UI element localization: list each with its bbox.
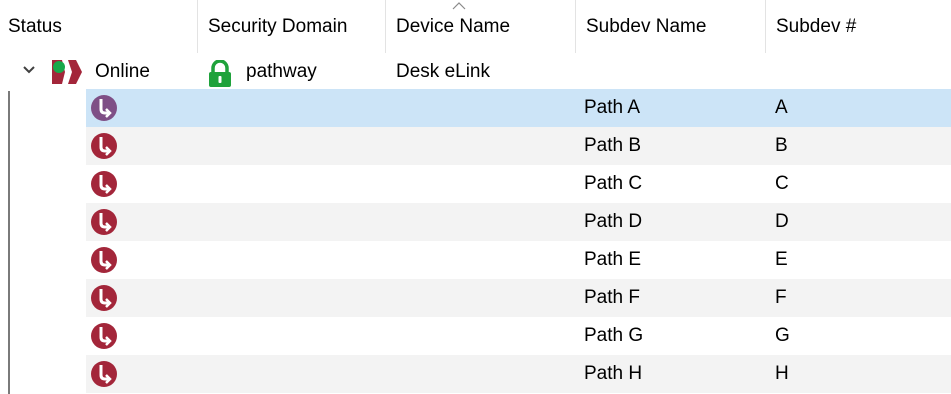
online-device-icon [52,60,82,84]
subdevice-name: Path D [584,211,643,232]
unlocked-padlock-icon [209,60,231,87]
device-status-label: Online [95,61,150,82]
column-header-subdev-num[interactable]: Subdev # [766,0,951,53]
sort-ascending-icon [452,2,466,10]
device-row[interactable]: Online pathway Desk eLink [0,53,951,91]
subdevice-number: A [775,97,788,118]
subdevice-row[interactable]: Path E E [86,241,951,279]
tree-left-border [8,53,10,394]
device-name: Desk eLink [396,61,490,82]
path-icon [90,132,118,166]
column-header-security-domain[interactable]: Security Domain [198,0,385,53]
subdevice-name: Path C [584,173,643,194]
subdevice-name: Path A [584,97,640,118]
subdevice-number: B [775,135,788,156]
subdevice-name: Path G [584,325,644,346]
subdevice-row[interactable]: Path H H [86,355,951,393]
subdevice-name: Path B [584,135,642,156]
path-icon [90,322,118,356]
chevron-down-icon[interactable] [22,65,36,75]
subdevice-row[interactable]: Path F F [86,279,951,317]
column-header-status[interactable]: Status [0,0,197,53]
subdevice-row[interactable]: Path B B [86,127,951,165]
subdevice-row[interactable]: Path A A [86,89,951,127]
path-icon [90,246,118,280]
column-header-device-name[interactable]: Device Name [386,0,575,53]
column-header-subdev-name[interactable]: Subdev Name [576,0,765,53]
subdevice-number: H [775,363,789,384]
subdevice-number: G [775,325,790,346]
subdevice-name: Path F [584,287,640,308]
subdevice-name: Path E [584,249,642,270]
path-icon [90,360,118,394]
subdevice-row[interactable]: Path C C [86,165,951,203]
subdevice-row[interactable]: Path G G [86,317,951,355]
path-icon [90,170,118,204]
path-icon [90,94,118,128]
column-header-bar: Status Security Domain Device Name Subde… [0,0,951,53]
subdevice-number: D [775,211,789,232]
path-icon [90,284,118,318]
device-security-domain: pathway [246,61,317,82]
subdevice-name: Path H [584,363,643,384]
subdevice-row[interactable]: Path D D [86,203,951,241]
subdevice-number: F [775,287,787,308]
path-icon [90,208,118,242]
subdevice-number: C [775,173,789,194]
subdevice-number: E [775,249,788,270]
